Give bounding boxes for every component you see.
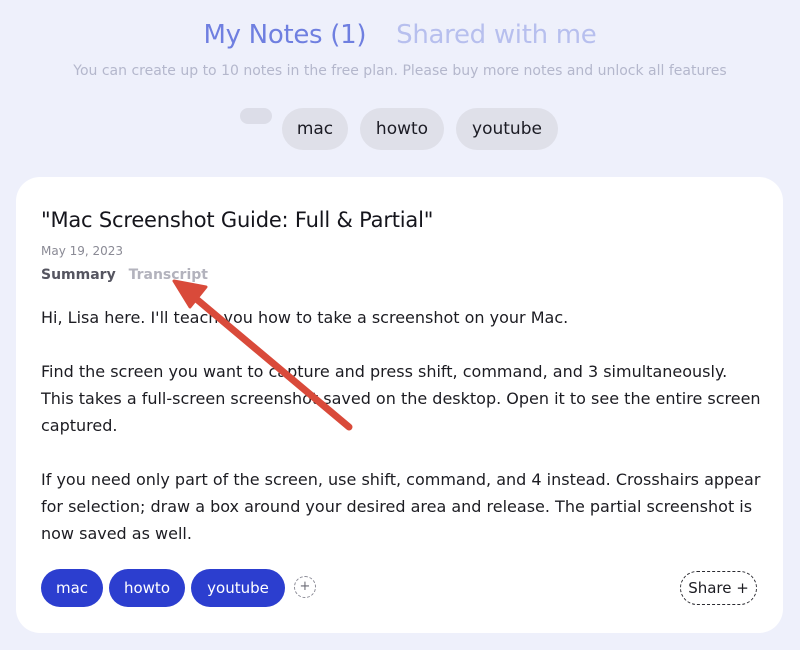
filter-chip-all[interactable] — [240, 108, 272, 124]
plan-notice: You can create up to 10 notes in the fre… — [73, 63, 727, 79]
plus-icon: + — [299, 579, 311, 594]
note-card: "Mac Screenshot Guide: Full & Partial" M… — [16, 177, 783, 633]
summary-paragraph: If you need only part of the screen, use… — [41, 470, 761, 543]
note-view-tabs: Summary Transcript — [41, 267, 216, 283]
note-tag-howto[interactable]: howto — [109, 569, 185, 607]
tab-my-notes[interactable]: My Notes (1) — [204, 20, 367, 50]
filter-chip-row: mac howto youtube — [0, 108, 800, 152]
summary-paragraph: Hi, Lisa here. I'll teach you how to tak… — [41, 308, 569, 327]
note-tag-mac[interactable]: mac — [41, 569, 103, 607]
filter-chip-youtube[interactable]: youtube — [456, 108, 558, 150]
notes-tabs: My Notes (1) Shared with me — [0, 20, 800, 50]
note-title: "Mac Screenshot Guide: Full & Partial" — [41, 208, 434, 232]
note-summary-text: Hi, Lisa here. I'll teach you how to tak… — [41, 304, 761, 574]
add-tag-button[interactable]: + — [294, 576, 316, 598]
filter-chip-mac[interactable]: mac — [282, 108, 348, 150]
note-tag-youtube[interactable]: youtube — [191, 569, 285, 607]
filter-chip-howto[interactable]: howto — [360, 108, 444, 150]
note-date: May 19, 2023 — [41, 244, 124, 258]
summary-paragraph: Find the screen you want to capture and … — [41, 362, 761, 435]
tab-summary[interactable]: Summary — [41, 267, 116, 283]
tab-shared-with-me[interactable]: Shared with me — [396, 20, 597, 50]
share-button[interactable]: Share + — [680, 571, 757, 605]
tab-transcript[interactable]: Transcript — [129, 267, 208, 283]
